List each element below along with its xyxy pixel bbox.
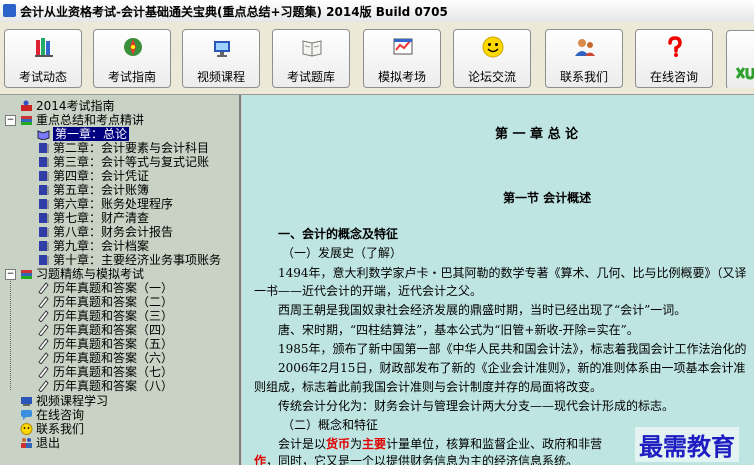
title-bar: 会计从业资格考试-会计基础通关宝典(重点总结+习题集) 2014版 Build … <box>0 0 754 23</box>
partial-toolbar-button[interactable] <box>726 30 754 88</box>
question-mark-icon <box>668 36 682 57</box>
paragraph-tang-song: 唐、宋时期，“四柱结算法”，基本公式为“旧管+新收-开除=实在”。 <box>278 323 639 337</box>
subheading-concept: （二）概念和特征 <box>282 418 379 432</box>
collapse-toggle[interactable]: − <box>5 115 16 126</box>
paragraph-1494-cont: 一书——近代会计的开端，近代会计之父。 <box>254 284 483 298</box>
pencil-page-icon <box>38 296 49 308</box>
forum-button[interactable]: 论坛交流 <box>453 29 531 88</box>
smiley-icon <box>482 36 504 58</box>
person-book-icon <box>21 100 32 111</box>
paragraph-definition: 会计是以货币为主要计量单位，核算和监督企业、政府和非营 <box>278 437 603 451</box>
compass-icon <box>124 38 142 56</box>
paragraph-1985: 1985年，颁布了新中国第一部《中华人民共和国会计法》，标志着我国会计工作法治化… <box>278 342 747 356</box>
paragraph-traditional: 传统会计分化为：财务会计与管理会计两大分支——现代会计形成的标志。 <box>278 399 675 413</box>
question-bank-button[interactable]: 考试题库 <box>272 29 350 88</box>
pencil-page-icon <box>38 352 49 364</box>
exam-guide-button[interactable]: 考试指南 <box>93 29 171 88</box>
book-stack-icon <box>21 270 32 279</box>
smiley-icon <box>20 423 33 435</box>
video-icon <box>21 397 32 406</box>
toolbar: 考试动态 考试指南 视频课程 考试题库 模拟考场 论坛交流 联系我们 在线咨询 <box>0 22 754 95</box>
subheading-history: （一）发展史（了解） <box>282 246 403 260</box>
pencil-page-icon <box>38 366 49 378</box>
open-book-icon <box>37 130 50 140</box>
book-stack-icon <box>21 116 32 125</box>
book-icon <box>39 185 49 195</box>
books-icon <box>35 38 53 57</box>
paragraph-2006-cont: 则组成，标志着此前我国会计准则与会计制度并存的局面将改变。 <box>254 380 603 394</box>
pencil-page-icon <box>38 310 49 322</box>
video-course-button[interactable]: 视频课程 <box>182 29 260 88</box>
pencil-page-icon <box>38 282 49 294</box>
section-title: 第一节 会计概述 <box>503 191 592 205</box>
pencil-page-icon <box>38 380 49 392</box>
video-icon <box>214 41 230 57</box>
content-pane[interactable]: 第 一 章 总 论 第一节 会计概述 一、会计的概念及特征 （一）发展史（了解）… <box>242 95 754 465</box>
collapse-toggle[interactable]: − <box>5 269 16 280</box>
mock-exam-button[interactable]: 模拟考场 <box>363 29 441 88</box>
book-icon <box>39 227 49 237</box>
book-icon <box>39 143 49 153</box>
paragraph-definition-cont: 作，同时，它又是一个以提供财务信息为主的经济信息系统。 <box>254 454 579 465</box>
question-bank-icon <box>302 40 322 57</box>
chapter-title: 第 一 章 总 论 <box>495 127 579 142</box>
book-icon <box>39 213 49 223</box>
online-consult-button[interactable]: 在线咨询 <box>635 29 713 88</box>
paragraph-1494: 1494年，意大利数学家卢卡・巴其阿勒的数学专著《算术、几何、比与比例概要》（又… <box>278 266 747 280</box>
chat-icon <box>21 410 32 420</box>
contact-us-button[interactable]: 联系我们 <box>545 29 623 88</box>
pencil-page-icon <box>38 324 49 336</box>
window-title: 会计从业资格考试-会计基础通关宝典(重点总结+习题集) 2014版 Build … <box>20 5 448 19</box>
pencil-page-icon <box>38 338 49 350</box>
exam-news-button[interactable]: 考试动态 <box>4 29 82 88</box>
app-icon <box>3 4 16 17</box>
book-icon <box>39 171 49 181</box>
book-icon <box>39 157 49 167</box>
heading-concept: 一、会计的概念及特征 <box>278 227 399 241</box>
book-icon <box>39 199 49 209</box>
paragraph-western-zhou: 西周王朝是我国奴隶社会经济发展的鼎盛时期，当时已经出现了“会计”一词。 <box>278 303 687 317</box>
paragraph-2006: 2006年2月15日，财政部发布了新的《企业会计准则》，新的准则体系由一项基本会… <box>278 361 746 375</box>
people-icon <box>21 438 32 448</box>
xu-logo-icon <box>736 67 754 80</box>
contacts-icon <box>575 39 595 56</box>
watermark: 最需教育 <box>635 427 739 462</box>
exam-hall-icon <box>393 38 413 55</box>
sidebar-tree[interactable]: 2014考试指南 − 重点总结和考点精讲 第一章：总论 第二章：会计要素与会计科… <box>0 95 241 465</box>
book-icon <box>39 241 49 251</box>
book-icon <box>39 255 49 265</box>
